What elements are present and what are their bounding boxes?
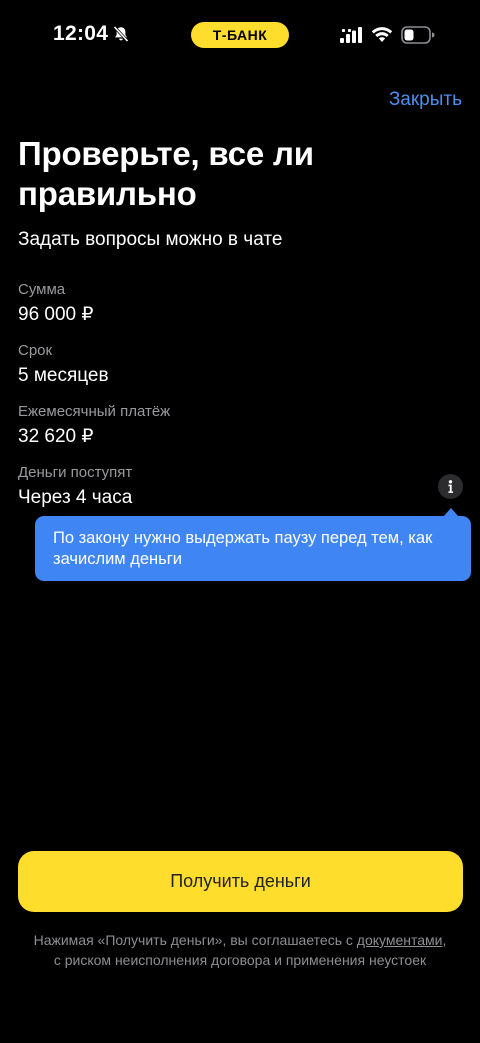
field-value: 96 000 ₽ — [18, 304, 94, 325]
status-bar: 12:04 Т-БАНК — [0, 0, 480, 72]
field-amount: Сумма 96 000 ₽ — [18, 281, 93, 327]
documents-link[interactable]: документами — [357, 932, 443, 948]
wifi-icon — [371, 27, 393, 42]
legal-text-start: Нажимая «Получить деньги», вы соглашаете… — [33, 932, 357, 948]
field-term: Срок 5 месяцев — [18, 342, 109, 388]
close-button[interactable]: Закрыть — [389, 89, 462, 111]
bell-off-icon — [113, 25, 129, 43]
field-label: Сумма — [18, 281, 66, 298]
field-value: 32 620 ₽ — [18, 426, 94, 447]
status-time: 12:04 — [53, 22, 109, 45]
legal-text: Нажимая «Получить деньги», вы соглашаете… — [30, 930, 450, 970]
info-icon — [448, 480, 454, 493]
field-monthly-payment: Ежемесячный платёж 32 620 ₽ — [18, 403, 170, 449]
info-tooltip: По закону нужно выдержать паузу перед те… — [35, 516, 471, 581]
field-label: Срок — [18, 342, 53, 359]
field-label: Ежемесячный платёж — [18, 403, 171, 420]
battery-icon — [401, 26, 435, 44]
page-subtitle: Задать вопросы можно в чате — [18, 229, 283, 250]
get-money-button[interactable]: Получить деньги — [18, 851, 463, 912]
page-title: Проверьте, все ли правильно — [18, 135, 314, 212]
field-value: 5 месяцев — [18, 365, 109, 386]
field-value: Через 4 часа — [18, 487, 133, 508]
carrier-badge: Т-БАНК — [191, 22, 289, 48]
field-label: Деньги поступят — [18, 464, 133, 481]
field-money-arrival: Деньги поступят Через 4 часа — [18, 464, 132, 510]
signal-icon — [340, 27, 362, 43]
info-button[interactable] — [438, 474, 463, 499]
